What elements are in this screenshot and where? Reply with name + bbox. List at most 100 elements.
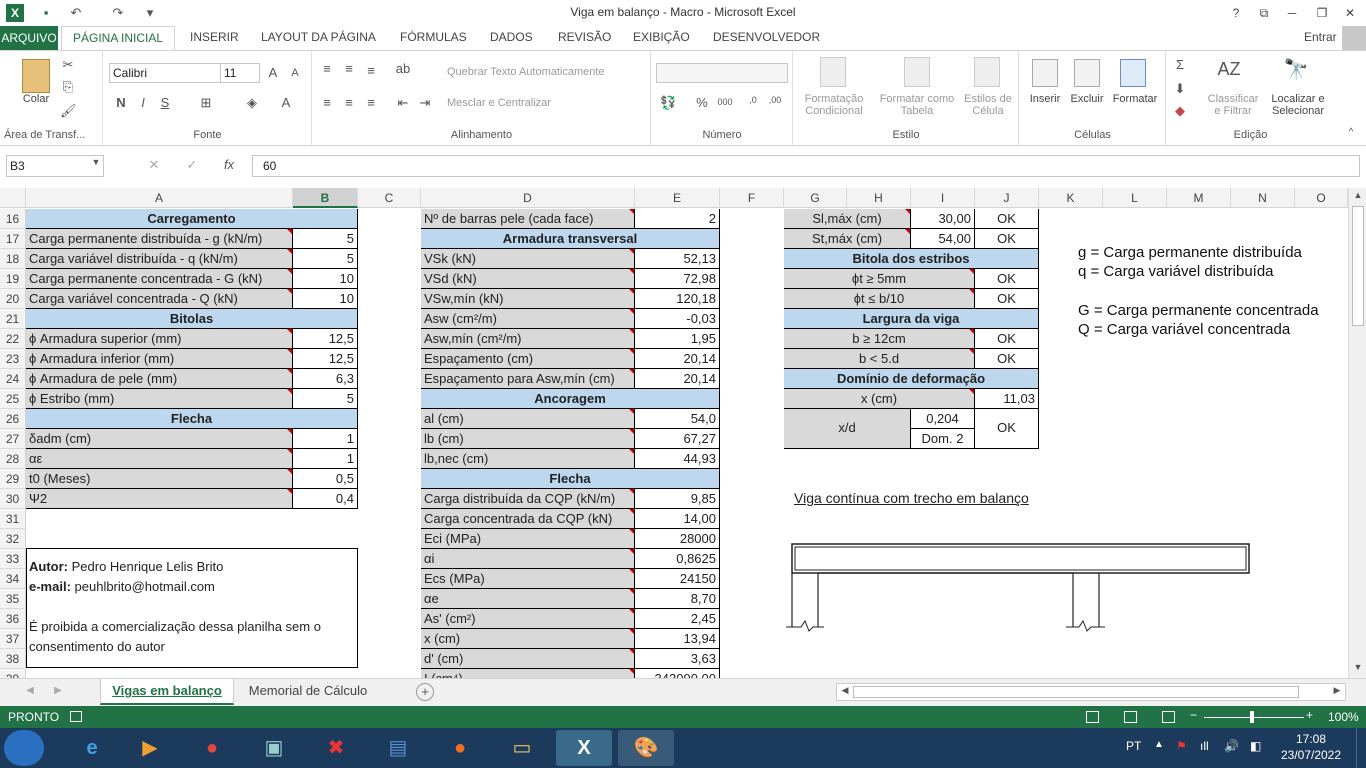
paint-icon[interactable]: 🎨 xyxy=(618,730,674,766)
orientation-icon[interactable]: ab xyxy=(395,61,411,76)
input-ae[interactable]: 1 xyxy=(293,449,358,469)
close-button[interactable]: ✕ xyxy=(1336,3,1364,23)
label-pele[interactable]: ϕ Armadura de pele (mm) xyxy=(26,369,293,389)
label-dadm[interactable]: δadm (cm) xyxy=(26,429,293,449)
check-phi5[interactable]: OK xyxy=(975,269,1039,289)
check-b5d[interactable]: OK xyxy=(975,349,1039,369)
tab-home[interactable]: PÁGINA INICIAL xyxy=(61,26,175,51)
calc-label[interactable]: lb (cm) xyxy=(421,429,635,449)
row-header[interactable]: 22 xyxy=(0,329,26,349)
calc-label[interactable]: Asw,mín (cm²/m) xyxy=(421,329,635,349)
tab-page-layout[interactable]: LAYOUT DA PÁGINA xyxy=(261,30,376,44)
calc-label[interactable]: Eci (MPa) xyxy=(421,529,635,549)
value-dominio[interactable]: Dom. 2 xyxy=(911,429,975,449)
label-q[interactable]: Carga variável distribuída - q (kN/m) xyxy=(26,249,293,269)
calc-value[interactable]: 44,93 xyxy=(635,449,720,469)
font-size-select[interactable]: 11 xyxy=(220,63,260,83)
column-header[interactable]: B xyxy=(293,188,358,208)
calc-label[interactable]: Ecs (MPa) xyxy=(421,569,635,589)
conditional-format-button[interactable]: Formatação Condicional xyxy=(794,93,874,117)
calc-label[interactable]: Asw (cm²/m) xyxy=(421,309,635,329)
paste-button[interactable]: Colar xyxy=(18,93,54,105)
column-header[interactable]: N xyxy=(1231,188,1295,208)
grow-font-icon[interactable]: A xyxy=(266,65,280,80)
media-player-icon[interactable]: ▶ xyxy=(122,730,178,766)
row-header[interactable]: 38 xyxy=(0,649,26,669)
italic-button[interactable]: I xyxy=(136,95,150,110)
tray-flag-icon[interactable]: ⚑ xyxy=(1176,739,1187,753)
label-g[interactable]: Carga permanente distribuída - g (kN/m) xyxy=(26,229,293,249)
autosum-icon[interactable]: Σ xyxy=(1171,57,1189,72)
column-header[interactable]: A xyxy=(26,188,293,208)
thousands-button[interactable]: 000 xyxy=(714,97,736,107)
input-inf[interactable]: 12,5 xyxy=(293,349,358,369)
column-header[interactable]: I xyxy=(911,188,975,208)
row-header[interactable]: 19 xyxy=(0,269,26,289)
row-header[interactable]: 26 xyxy=(0,409,26,429)
calc-label[interactable]: x (cm) xyxy=(421,629,635,649)
label-estribo[interactable]: ϕ Estribo (mm) xyxy=(26,389,293,409)
clear-icon[interactable]: ◆ xyxy=(1171,103,1189,119)
label-ae[interactable]: αε xyxy=(26,449,293,469)
label-sup[interactable]: ϕ Armadura superior (mm) xyxy=(26,329,293,349)
start-button[interactable] xyxy=(4,730,44,766)
formula-input[interactable]: 60 xyxy=(252,155,1360,177)
sign-in-link[interactable]: Entrar xyxy=(1304,30,1337,44)
input-q[interactable]: 5 xyxy=(293,249,358,269)
cell-styles-button[interactable]: Estilos de Célula xyxy=(960,93,1016,117)
calc-value[interactable]: 24150 xyxy=(635,569,720,589)
sheet-tab[interactable]: Memorial de Cálculo xyxy=(236,679,380,705)
increase-indent-icon[interactable]: ⇥ xyxy=(417,95,433,111)
wrap-text-button[interactable]: Quebrar Texto Automaticamente xyxy=(447,66,605,78)
column-header[interactable]: K xyxy=(1039,188,1103,208)
name-box-dropdown-icon[interactable]: ▼ xyxy=(90,157,102,167)
calc-label[interactable]: Espaçamento para Asw,mín (cm) xyxy=(421,369,635,389)
column-header[interactable]: M xyxy=(1167,188,1231,208)
column-header[interactable]: H xyxy=(847,188,911,208)
check-xd[interactable]: OK xyxy=(975,409,1039,449)
calc-value[interactable]: 2,45 xyxy=(635,609,720,629)
insert-function-icon[interactable]: fx xyxy=(220,157,238,172)
input-estribo[interactable]: 5 xyxy=(293,389,358,409)
ribbon-display-icon[interactable]: ⧉ xyxy=(1250,3,1278,23)
row-header[interactable]: 39 xyxy=(0,669,26,678)
user-avatar-icon[interactable] xyxy=(1342,26,1366,50)
volume-icon[interactable]: 🔊 xyxy=(1224,739,1239,753)
row-header[interactable]: 34 xyxy=(0,569,26,589)
scroll-up-icon[interactable]: ▲ xyxy=(1352,190,1364,200)
decrease-indent-icon[interactable]: ⇤ xyxy=(395,95,411,111)
calc-label[interactable]: As' (cm²) xyxy=(421,609,635,629)
calc-value[interactable]: 20,14 xyxy=(635,369,720,389)
column-header[interactable]: O xyxy=(1295,188,1348,208)
calc-value[interactable]: 120,18 xyxy=(635,289,720,309)
label-t0[interactable]: t0 (Meses) xyxy=(26,469,293,489)
label-inf[interactable]: ϕ Armadura inferior (mm) xyxy=(26,349,293,369)
maximize-button[interactable]: ❐ xyxy=(1308,3,1336,23)
calc-label[interactable]: Carga concentrada da CQP (kN) xyxy=(421,509,635,529)
page-break-view-icon[interactable] xyxy=(1162,711,1175,723)
label-Q[interactable]: Carga variável concentrada - Q (kN) xyxy=(26,289,293,309)
calc-label[interactable]: lb,nec (cm) xyxy=(421,449,635,469)
calc-label[interactable]: VSk (kN) xyxy=(421,249,635,269)
column-header[interactable]: J xyxy=(975,188,1039,208)
tab-view[interactable]: EXIBIÇÃO xyxy=(633,30,690,44)
horizontal-scroll-thumb[interactable] xyxy=(853,686,1299,698)
format-cells-button[interactable]: Formatar xyxy=(1108,93,1162,105)
zoom-in-icon[interactable]: + xyxy=(1306,708,1313,722)
percent-button[interactable]: % xyxy=(694,95,710,110)
row-header[interactable]: 36 xyxy=(0,609,26,629)
scroll-right-icon[interactable]: ▶ xyxy=(1331,685,1343,696)
add-sheet-icon[interactable]: + xyxy=(416,683,434,701)
tab-formulas[interactable]: FÓRMULAS xyxy=(400,30,467,44)
align-top-icon[interactable]: ≡ xyxy=(319,61,335,76)
input-sup[interactable]: 12,5 xyxy=(293,329,358,349)
check-sl[interactable]: OK xyxy=(975,209,1039,229)
tray-extra-icon[interactable]: ◧ xyxy=(1250,739,1261,753)
calc-value[interactable]: 2 xyxy=(635,209,720,229)
ie-icon[interactable]: e xyxy=(64,730,120,766)
tab-developer[interactable]: DESENVOLVEDOR xyxy=(713,30,820,44)
align-left-icon[interactable]: ≡ xyxy=(319,95,335,110)
value-x[interactable]: 11,03 xyxy=(975,389,1039,409)
format-painter-icon[interactable]: 🖌 xyxy=(60,103,77,119)
column-header[interactable]: C xyxy=(358,188,421,208)
